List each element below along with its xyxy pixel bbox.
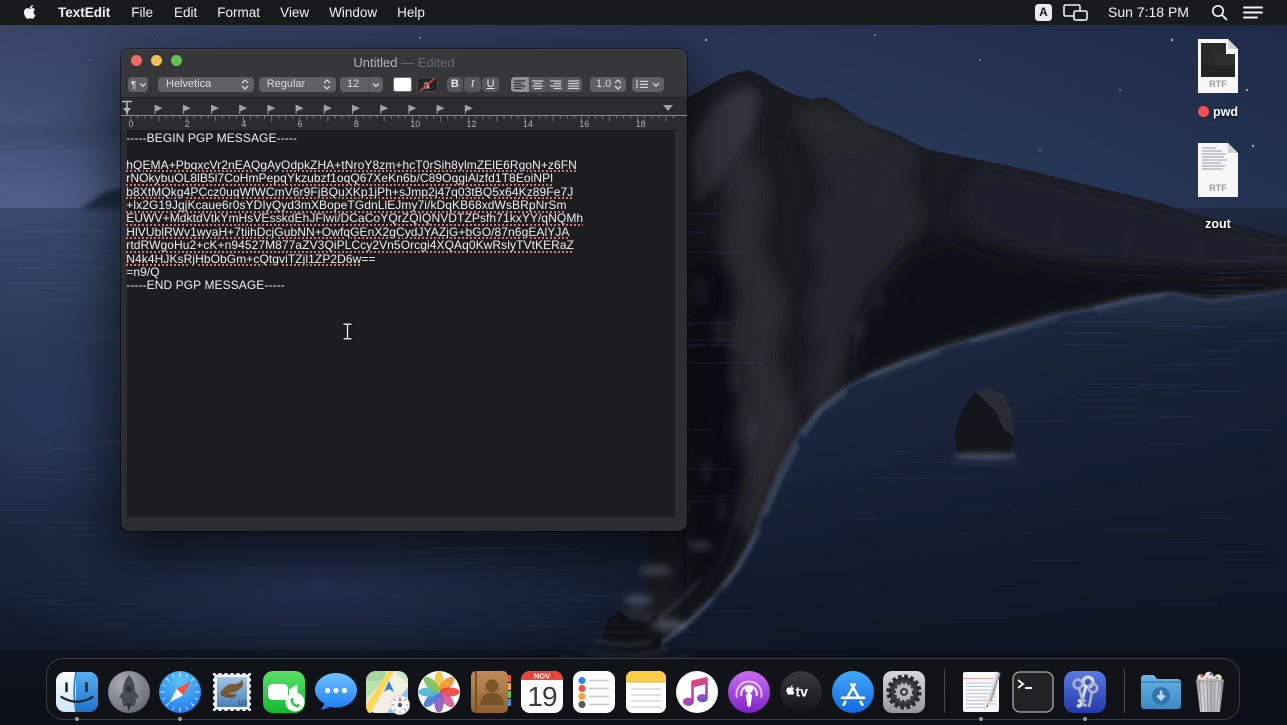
svg-text:NOV: NOV	[534, 672, 550, 681]
svg-text:19: 19	[528, 681, 558, 712]
svg-text:¶: ¶	[131, 80, 136, 91]
svg-text:RTF: RTF	[1209, 183, 1227, 193]
svg-text:tv: tv	[795, 684, 808, 700]
svg-text:RTF: RTF	[1209, 79, 1227, 89]
svg-text:US: US	[238, 700, 248, 707]
